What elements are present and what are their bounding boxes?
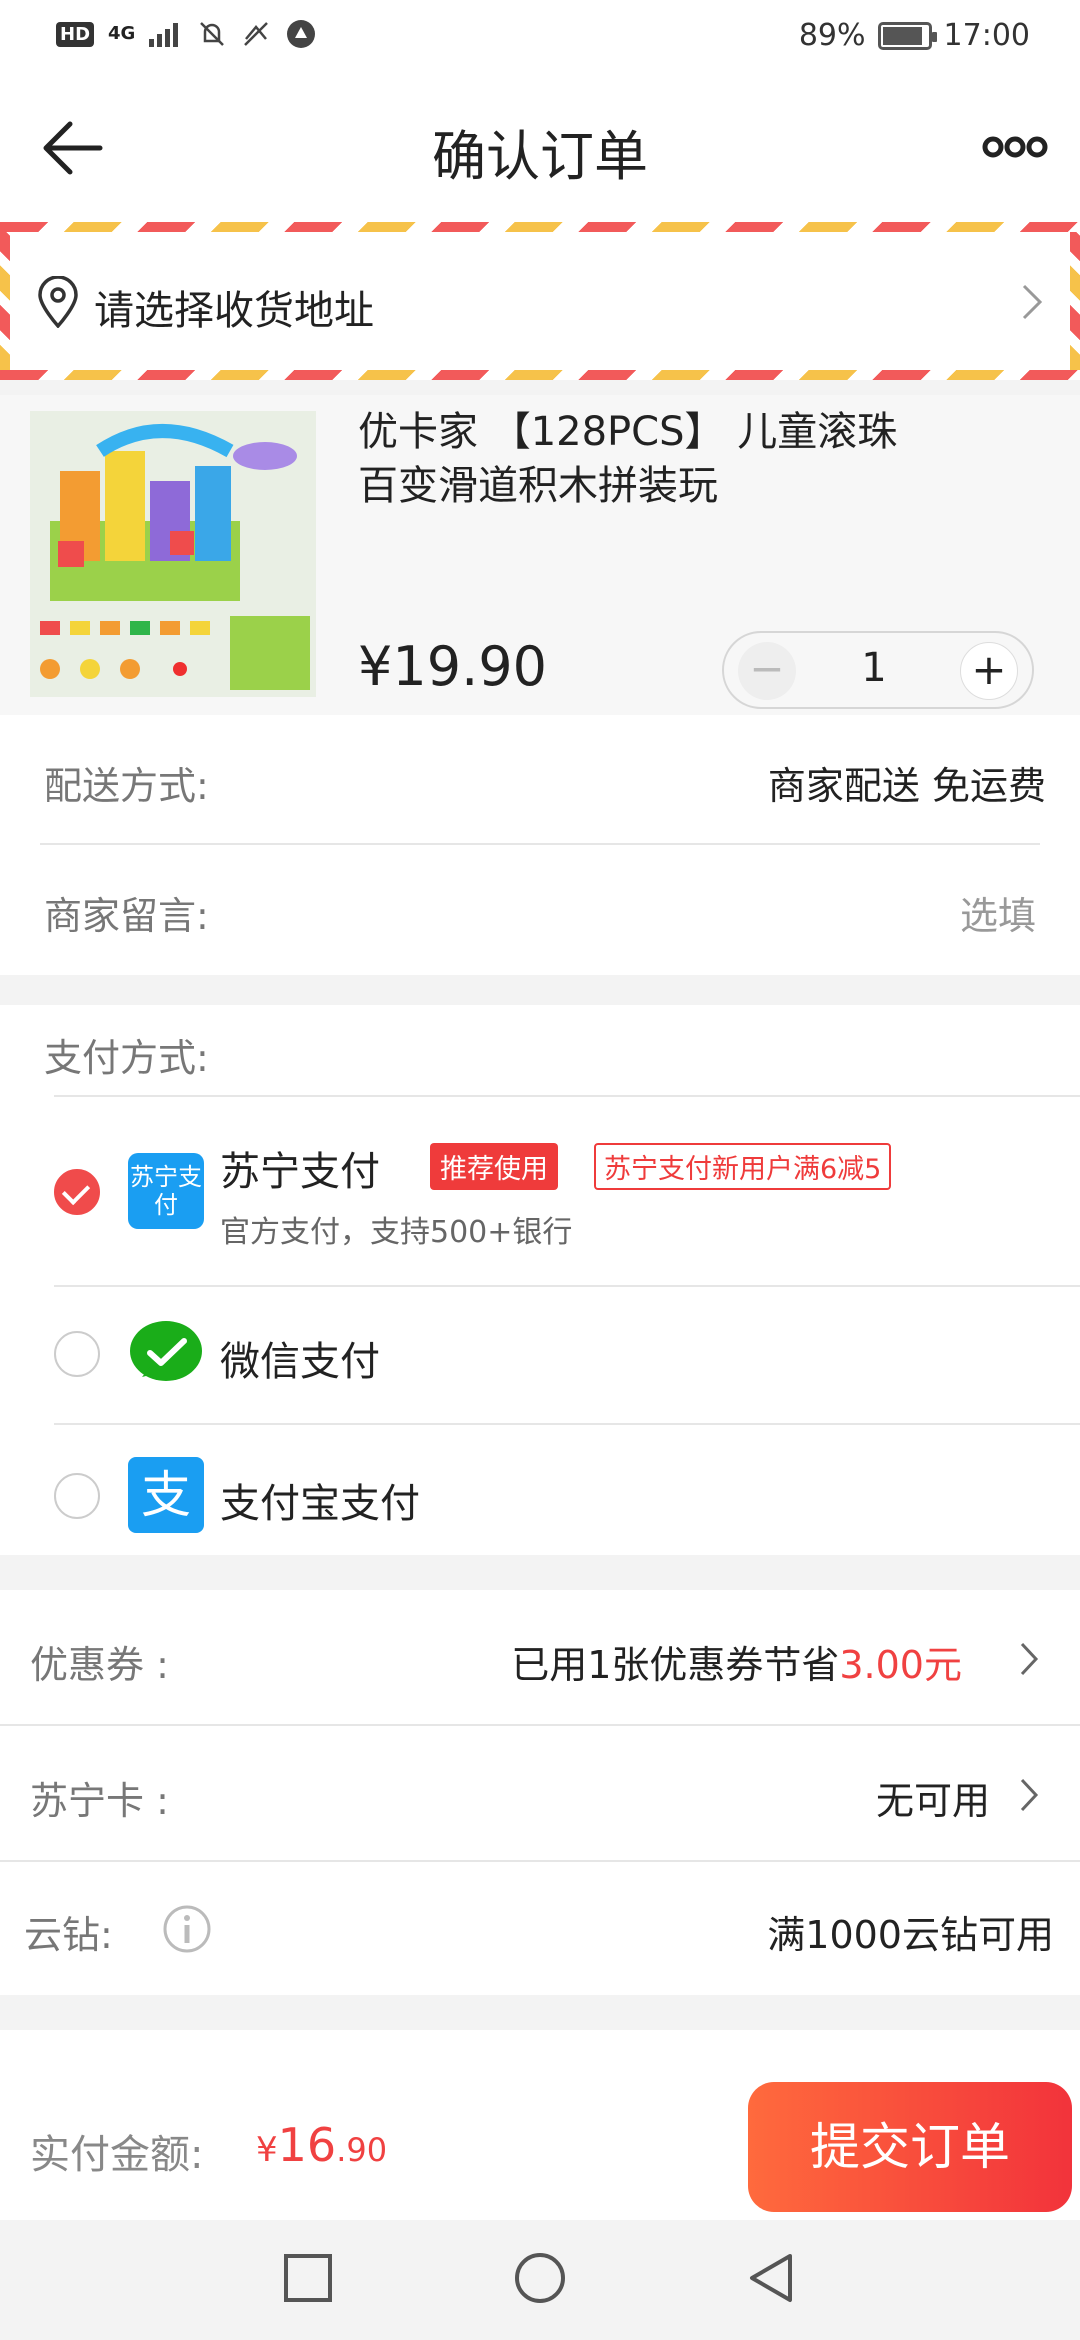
alipay-logo-icon: 支 [128,1457,204,1533]
radio-unselected-icon[interactable] [54,1331,100,1377]
system-nav-bar [0,2220,1080,2340]
payment-option-subtitle: 官方支付，支持500+银行 [220,1215,573,1250]
merchant-message-label: 商家留言: [44,894,209,938]
battery-icon [877,21,937,50]
chevron-right-icon [1020,1778,1039,1812]
envelope-border-right [1070,232,1080,370]
recommended-badge: 推荐使用 [430,1143,558,1190]
decrease-quantity-button[interactable]: − [738,642,796,700]
delivery-method-label: 配送方式: [44,764,209,808]
recent-apps-icon[interactable] [278,2248,338,2308]
hd-indicator: HD [56,21,95,47]
quantity-value[interactable]: 1 [824,645,924,691]
cloud-diamond-value: 满1000云钻可用 [767,1913,1054,1957]
home-icon[interactable] [510,2248,570,2308]
coupon-value: 已用1张优惠券节省3.00元 [511,1634,962,1689]
alipay-logo-text: 支 [141,1466,191,1524]
coupon-label: 优惠券 : [30,1643,169,1687]
total-decimal: .90 [336,2131,388,2169]
total-label: 实付金额: [30,2132,204,2178]
nav-header: 确认订单 [0,72,1080,222]
merchant-message-input[interactable]: 选填 [960,885,1036,940]
payment-option-alipay[interactable]: 支 支付宝支付 [0,1425,1080,1555]
coupon-text: 已用1张优惠券节省 [511,1643,840,1687]
divider [40,843,1040,845]
back-triangle-icon[interactable] [742,2248,802,2308]
product-name[interactable]: 优卡家 【128PCS】 儿童滚珠百变滑道积木拼装玩 [358,405,918,513]
suning-card-value: 无可用 [875,1779,990,1823]
radio-unselected-icon[interactable] [54,1473,100,1519]
discounts-section: 优惠券 : 已用1张优惠券节省3.00元 苏宁卡 : 无可用 云钻: 满1000… [0,1590,1080,1995]
submit-order-button[interactable]: 提交订单 [748,2082,1072,2212]
payment-option-wechat[interactable]: 微信支付 [0,1287,1080,1423]
clock: 17:00 [943,18,1030,53]
status-bar: HD 4G 89% 17:00 [0,0,1080,72]
product-card: 优卡家 【128PCS】 儿童滚珠百变滑道积木拼装玩 ¥19.90 − 1 + [0,395,1080,715]
radio-selected-icon[interactable] [54,1169,100,1215]
promo-badge: 苏宁支付新用户满6减5 [594,1143,892,1190]
payment-option-name: 苏宁支付 [220,1149,380,1195]
payment-option-suning[interactable]: 苏宁支付 苏宁支付 推荐使用 苏宁支付新用户满6减5 官方支付，支持500+银行 [0,1095,1080,1285]
address-placeholder: 请选择收货地址 [94,288,374,334]
delivery-section: 配送方式: 商家配送 免运费 商家留言: 选填 [0,715,1080,975]
coupon-saving-amount: 3.00元 [839,1643,962,1687]
app-notification-icon [287,20,316,48]
coupon-row[interactable]: 优惠券 : 已用1张优惠券节省3.00元 [0,1590,1080,1724]
chevron-right-icon [1020,1642,1039,1676]
network-type: 4G [108,23,136,44]
marble-run-toy-image [30,411,316,697]
chevron-right-icon [1022,284,1043,320]
payment-option-name: 支付宝支付 [220,1481,420,1527]
payment-method-label: 支付方式: [44,1036,209,1080]
suning-pay-logo-icon: 苏宁支付 [128,1153,204,1229]
suning-card-row[interactable]: 苏宁卡 : 无可用 [0,1726,1080,1860]
signal-icon [149,23,179,47]
increase-quantity-button[interactable]: + [960,642,1018,700]
quantity-stepper: − 1 + [722,631,1034,709]
payment-option-name: 微信支付 [220,1339,380,1385]
battery-percent: 89% [798,18,866,53]
no-sim-icon [244,22,269,46]
cloud-diamond-label: 云钻: [24,1913,113,1957]
total-integer: 16 [277,2118,337,2172]
location-pin-icon [38,276,78,328]
info-icon[interactable] [162,1904,212,1954]
more-options-icon[interactable] [980,122,1050,172]
product-price: ¥19.90 [358,635,547,698]
suning-card-label: 苏宁卡 : [30,1779,169,1823]
product-image[interactable] [30,411,316,697]
address-selector[interactable]: 请选择收货地址 [0,222,1080,380]
suning-pay-logo-text: 苏宁支付 [130,1163,202,1219]
mute-bell-icon [200,22,225,46]
cloud-diamond-row: 云钻: 满1000云钻可用 [0,1862,1080,1995]
total-currency: ¥ [256,2130,278,2170]
delivery-method-value: 商家配送 免运费 [767,764,1046,808]
envelope-border-bottom [0,370,1080,380]
envelope-border-top [0,222,1080,232]
total-amount: ¥16.90 [256,2118,387,2172]
envelope-border-left [0,232,10,370]
checkout-footer: 实付金额: ¥16.90 提交订单 [0,2030,1080,2220]
wechat-pay-logo-icon [130,1321,202,1381]
page-title: 确认订单 [432,125,648,188]
payment-section: 支付方式: 苏宁支付 苏宁支付 推荐使用 苏宁支付新用户满6减5 官方支付，支持… [0,1005,1080,1555]
